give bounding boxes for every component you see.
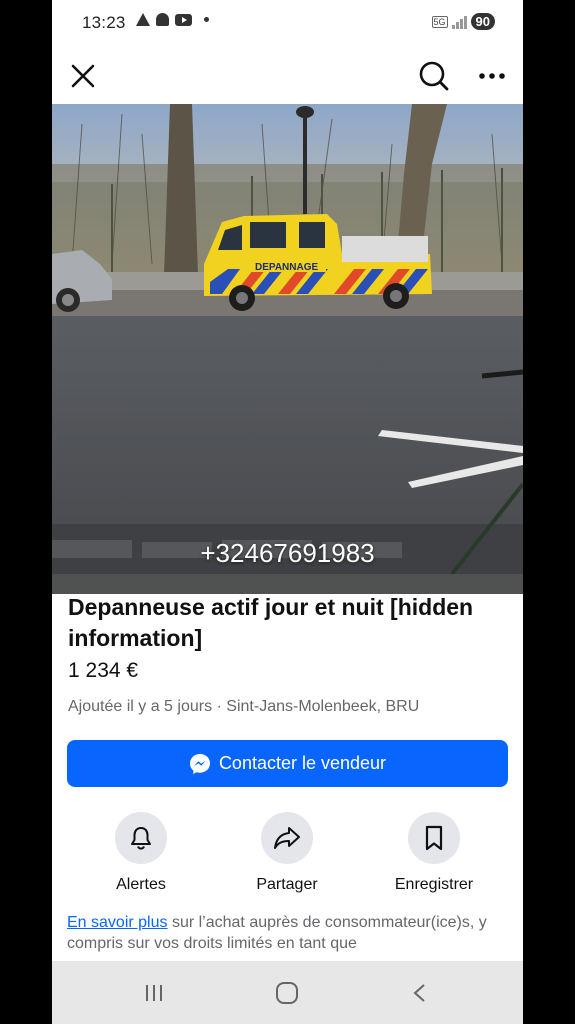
learn-more-link[interactable]: En savoir plus	[67, 914, 168, 931]
listing-meta: Ajoutée il y a 5 jours · Sint-Jans-Molen…	[68, 698, 420, 715]
listing-photo-image: DEPANNAGE	[52, 104, 523, 594]
status-notification-icons	[136, 13, 209, 26]
search-icon	[419, 61, 449, 91]
action-row: Alertes Partager Enregistrer	[52, 812, 523, 902]
notification-dot-icon	[204, 17, 209, 22]
top-app-bar	[52, 46, 523, 104]
bookmark-icon	[425, 825, 443, 851]
back-icon	[413, 984, 425, 1002]
close-button[interactable]	[61, 54, 105, 98]
van-side-text: DEPANNAGE	[255, 262, 318, 273]
contact-seller-button[interactable]: Contacter le vendeur	[67, 740, 508, 787]
back-button[interactable]	[400, 977, 440, 1009]
alerts-label: Alertes	[116, 876, 166, 893]
messenger-icon	[189, 753, 210, 774]
recent-apps-button[interactable]	[134, 977, 174, 1009]
system-navigation-bar	[52, 961, 523, 1024]
save-button[interactable]: Enregistrer	[379, 812, 489, 894]
share-icon-circle	[261, 812, 313, 864]
battery-level: 90	[470, 13, 495, 30]
close-icon	[71, 64, 95, 88]
bell-icon	[131, 827, 151, 850]
share-button[interactable]: Partager	[232, 812, 342, 894]
photo-phone-number: +32467691983	[200, 538, 375, 568]
more-options-button[interactable]	[470, 54, 514, 98]
snapchat-icon	[156, 13, 169, 26]
listing-price: 1 234 €	[68, 659, 139, 682]
recent-apps-icon	[146, 985, 162, 1001]
signal-icon	[451, 15, 467, 29]
status-time: 13:23	[82, 13, 126, 32]
alerts-button[interactable]: Alertes	[86, 812, 196, 894]
phone-screen: 13:23 5G 90 DEPANNAGE +32467691983 Depan…	[52, 0, 523, 1024]
contact-seller-label: Contacter le vendeur	[218, 753, 387, 773]
youtube-icon	[175, 13, 192, 26]
status-system-icons: 5G 90	[431, 13, 495, 30]
network-type-label: 5G	[431, 15, 448, 28]
search-button[interactable]	[412, 54, 456, 98]
home-icon	[276, 982, 298, 1004]
listing-title: Depanneuse actif jour et nuit [hidden in…	[68, 594, 474, 651]
more-options-icon	[479, 73, 505, 79]
home-button[interactable]	[267, 977, 307, 1009]
warning-icon	[136, 13, 150, 26]
purchase-info-note: En savoir plus sur l’achat auprès de con…	[67, 912, 512, 954]
status-bar: 13:23 5G 90	[52, 0, 523, 46]
save-icon-circle	[408, 812, 460, 864]
save-label: Enregistrer	[394, 876, 474, 893]
share-label: Partager	[256, 876, 318, 893]
share-icon	[274, 827, 300, 849]
listing-photo[interactable]: DEPANNAGE	[52, 104, 523, 594]
alerts-icon-circle	[115, 812, 167, 864]
